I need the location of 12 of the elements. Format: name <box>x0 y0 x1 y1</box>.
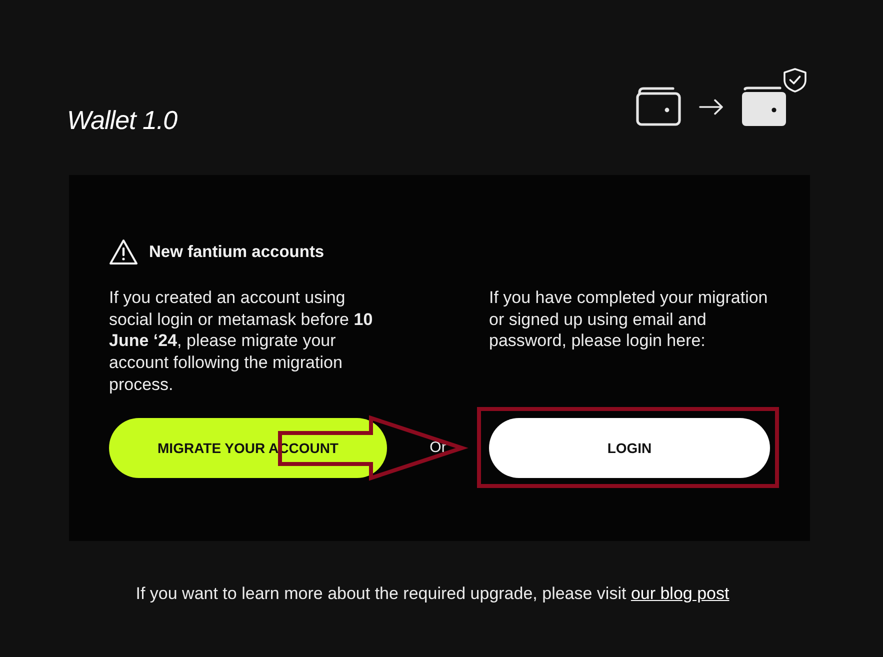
login-text: If you have completed your migration or signed up using email and password, please login here: <box>489 287 769 352</box>
wallet-shield-icon <box>742 68 807 126</box>
migration-text: If you created an account using social login or metamask before 10 June ‘24, please migrate your account following the migration process. <box>109 287 374 396</box>
arrow-right-icon <box>699 99 724 115</box>
blog-post-link[interactable]: our blog post <box>630 584 730 603</box>
page-title: Wallet 1.0 <box>67 105 178 135</box>
wallet-icon <box>636 87 681 126</box>
upgrade-note: If you want to learn more about the required upgrade, please visit our blog post <box>134 584 730 604</box>
or-separator: Or <box>430 438 446 458</box>
notice-heading: New fantium accounts <box>149 242 324 262</box>
login-button[interactable]: LOGIN <box>489 418 770 478</box>
warning-icon <box>109 239 138 265</box>
